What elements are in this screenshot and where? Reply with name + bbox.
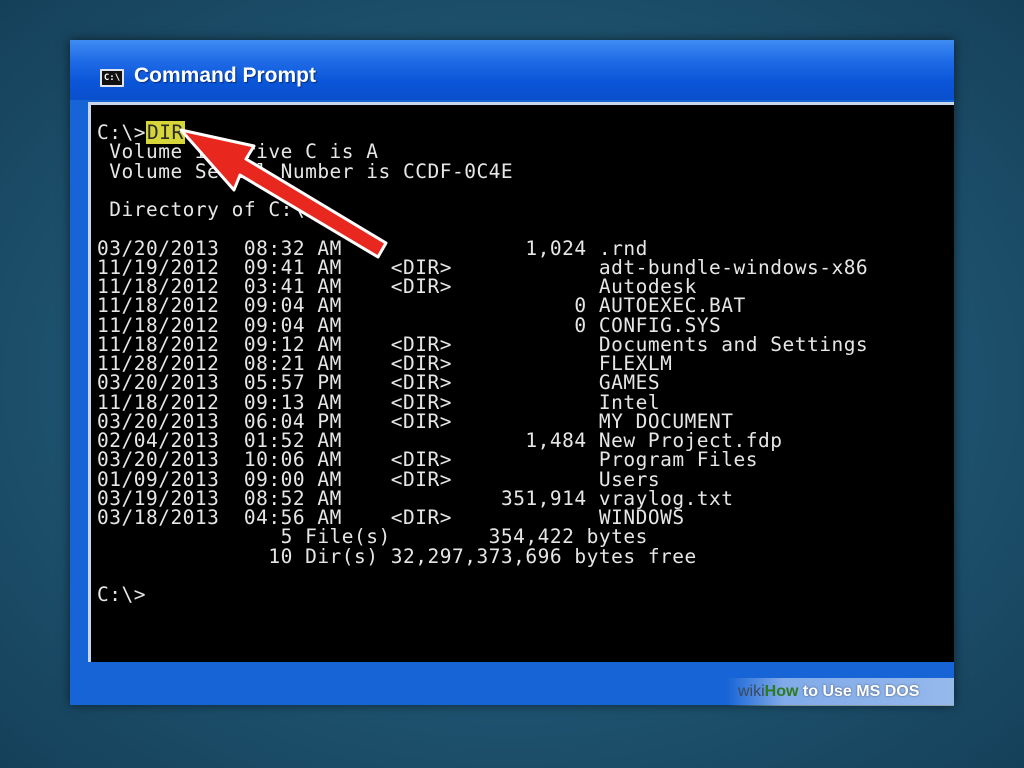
command-prompt-window: C:\ Command Prompt C:\>DIR Volume in dri… [70, 40, 954, 705]
title-bar[interactable]: C:\ Command Prompt [70, 40, 954, 100]
volume-label-line: Volume in drive C is A [97, 140, 379, 164]
console-area[interactable]: C:\>DIR Volume in drive C is A Volume Se… [88, 102, 954, 662]
cmd-icon: C:\ [100, 69, 124, 87]
directory-of-line: Directory of C:\ [97, 198, 306, 221]
summary-unit: bytes free [562, 544, 697, 568]
final-prompt: C:\> [97, 583, 146, 606]
window-title: Command Prompt [134, 64, 317, 87]
console-output: C:\>DIR Volume in drive C is A Volume Se… [97, 121, 868, 606]
summary-dirs-line: 10 Dir(s) 32,297,373,696 bytes free [97, 544, 868, 568]
summary-value: 32,297,373,696 [378, 544, 563, 568]
volume-serial-line: Volume Serial Number is CCDF-0C4E [97, 159, 514, 183]
wikihow-watermark: wikiHow to Use MS DOS [726, 678, 954, 706]
directory-listing: 03/20/2013 08:32 AM 1,024 .rnd 11/19/2012… [97, 238, 868, 527]
summary-count: 10 Dir(s) [97, 544, 379, 568]
